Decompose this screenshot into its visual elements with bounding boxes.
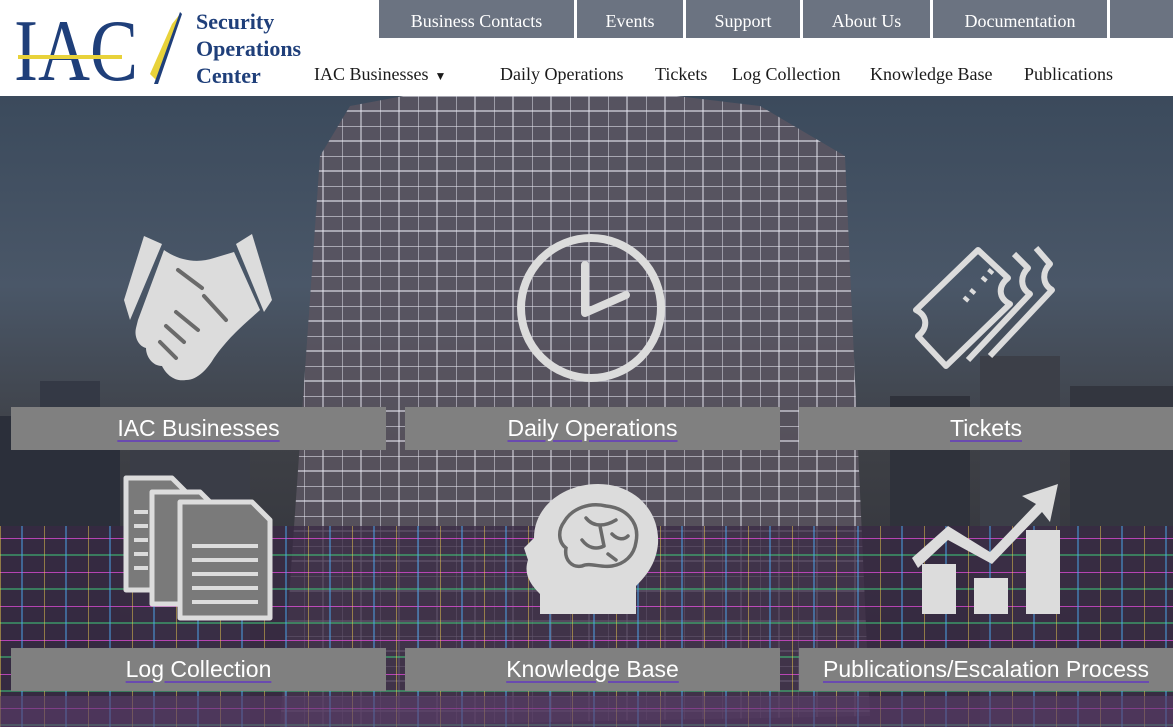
- iac-logo[interactable]: IAC: [14, 3, 184, 100]
- tile-tickets[interactable]: Tickets: [799, 407, 1173, 450]
- top-nav-business-contacts[interactable]: Business Contacts: [379, 0, 574, 38]
- tile-daily-operations[interactable]: Daily Operations: [405, 407, 780, 450]
- tile-log-collection[interactable]: Log Collection: [11, 648, 386, 691]
- top-nav-support[interactable]: Support: [686, 0, 800, 38]
- logo-swoosh: [150, 14, 180, 80]
- logo-lettering: IAC: [14, 6, 138, 88]
- top-nav-overflow-tab[interactable]: [1110, 0, 1173, 38]
- tile-iac-businesses[interactable]: IAC Businesses: [11, 407, 386, 450]
- brand-line-3: Center: [196, 63, 261, 88]
- chevron-down-icon: ▼: [434, 69, 447, 83]
- top-nav: Business Contacts Events Support About U…: [379, 0, 1173, 38]
- site-header: IAC Security Operations Center Business …: [0, 0, 1173, 100]
- tickets-icon: [913, 246, 1055, 369]
- nav-knowledge-base[interactable]: Knowledge Base: [870, 64, 992, 85]
- tile-publications-escalation[interactable]: Publications/Escalation Process: [799, 648, 1173, 691]
- brain-head-icon: [524, 484, 659, 614]
- documents-icon: [123, 475, 273, 621]
- top-nav-about-us[interactable]: About Us: [803, 0, 930, 38]
- brand-line-1: Security: [196, 9, 275, 34]
- brand-line-2: Operations: [196, 36, 302, 61]
- nav-daily-operations[interactable]: Daily Operations: [500, 64, 623, 85]
- iac-businesses-dropdown[interactable]: IAC Businesses ▼: [314, 64, 446, 85]
- clock-icon: [517, 234, 665, 382]
- growth-chart-icon: [912, 484, 1060, 614]
- nav-tickets[interactable]: Tickets: [655, 64, 707, 85]
- brand-name: Security Operations Center: [196, 8, 301, 89]
- nav-log-collection[interactable]: Log Collection: [732, 64, 840, 85]
- hero-banner: IAC Businesses Daily Operations Tickets: [0, 96, 1173, 727]
- dropdown-label: IAC Businesses: [314, 64, 429, 84]
- nav-publications[interactable]: Publications: [1024, 64, 1113, 85]
- logo-stripe: [18, 55, 122, 59]
- handshake-icon: [124, 234, 272, 381]
- top-nav-documentation[interactable]: Documentation: [933, 0, 1107, 38]
- tile-knowledge-base[interactable]: Knowledge Base: [405, 648, 780, 691]
- top-nav-events[interactable]: Events: [577, 0, 683, 38]
